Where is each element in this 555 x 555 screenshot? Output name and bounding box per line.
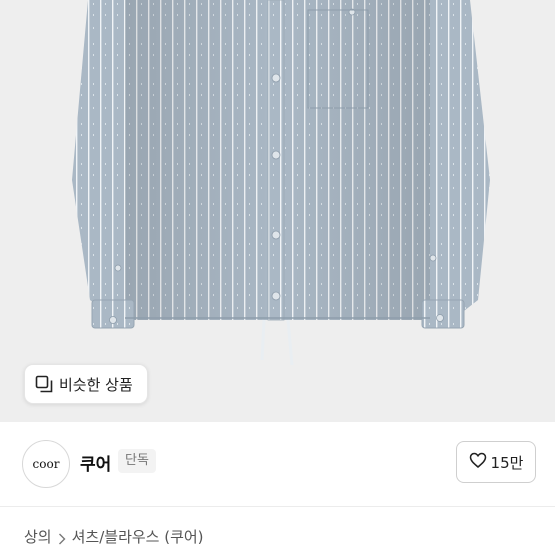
like-button[interactable]: 15만: [456, 441, 536, 483]
store-name[interactable]: 쿠어: [80, 450, 111, 475]
exclusive-badge: 단독: [118, 449, 156, 473]
store-avatar-text: coor: [32, 457, 60, 471]
similar-products-label: 비슷한 상품: [59, 375, 133, 394]
breadcrumb: 상의 셔츠/블라우스 (쿠어): [24, 526, 204, 547]
similar-products-button[interactable]: 비슷한 상품: [24, 364, 148, 404]
heart-icon: [469, 452, 487, 472]
copy-icon: [35, 375, 53, 393]
like-count: 15만: [490, 453, 524, 472]
store-info: coor 쿠어 단독 15만: [0, 422, 555, 506]
breadcrumb-category[interactable]: 상의: [24, 526, 52, 547]
breadcrumb-subcategory[interactable]: 셔츠/블라우스 (쿠어): [72, 526, 204, 547]
store-avatar[interactable]: coor: [22, 440, 70, 488]
product-image[interactable]: [0, 0, 555, 422]
divider: [0, 506, 555, 507]
chevron-right-icon: [58, 531, 66, 544]
